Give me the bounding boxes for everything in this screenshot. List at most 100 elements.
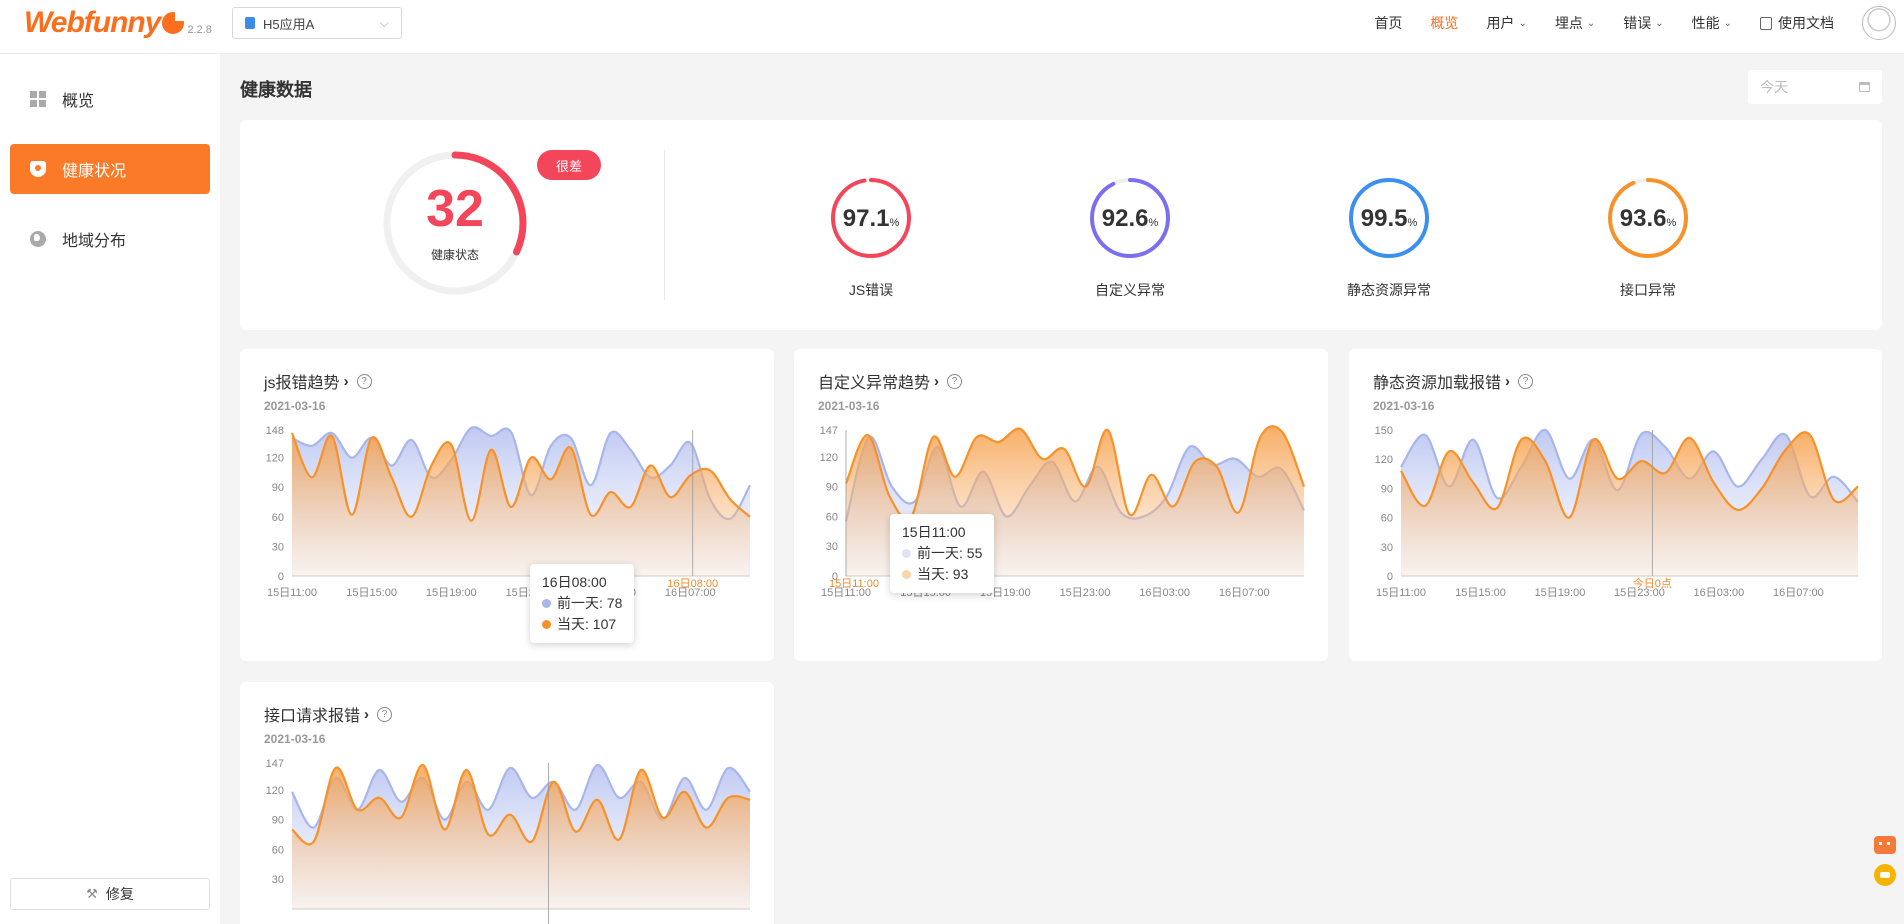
chevron-right-icon: › [934,372,940,390]
tooltip-row-prev: 前一天: 55 [902,543,982,564]
gauge-0: 97.1% [831,178,911,258]
chart-title-link[interactable]: 静态资源加载报错 ›? [1373,369,1534,393]
help-icon[interactable]: ? [1518,373,1534,389]
time-marker-label: 15日11:00 [829,578,879,590]
x-tick-label: 15日11:00 [267,587,317,599]
chevron-down-icon: ⌵ [379,15,389,30]
nav-docs[interactable]: 使用文档 [1760,13,1834,33]
nav-users[interactable]: 用户 ⌄ [1486,13,1526,33]
y-tick-label: 60 [272,844,284,856]
x-tick-label: 15日15:00 [1455,587,1506,599]
webfunny-logo[interactable]: Webfunny 2.2.8 [24,6,212,40]
chart-title: 静态资源加载报错 [1373,375,1502,392]
tooltip-today-value: 当天: 93 [917,566,969,582]
health-score-label: 健康状态 [431,247,479,262]
logo-text: Webfunny [24,6,161,39]
chart-date: 2021-03-16 [264,732,326,746]
help-icon[interactable]: ? [356,373,372,389]
area-chart[interactable]: 150120906030015日11:00 15日15:00 15日19:00 15日… [1349,419,1882,629]
sidebar-item-label: 地域分布 [62,233,127,250]
chart-title-link[interactable]: js报错趋势 ›? [264,369,372,393]
chart-card: 静态资源加载报错 ›? 2021-03-16 150 120 90 60 30 0 15日11:0… [1349,349,1882,661]
gauge-value: 99.5% [1361,205,1418,232]
tooltip-time: 16日08:00 [542,574,607,590]
robot-icon[interactable] [1874,836,1896,854]
repair-button[interactable]: ⚒ 修复 [10,878,210,910]
y-tick-label: 147 [820,425,838,437]
y-tick-label: 120 [266,453,284,465]
chart-title: js报错趋势 [264,375,340,392]
tooltip-row-prev: 前一天: 78 [542,593,622,614]
date-picker[interactable]: 今天 [1748,70,1882,104]
nav-tracking-label: 埋点 [1554,15,1583,31]
help-icon[interactable]: ? [947,373,963,389]
sidebar-item-health[interactable]: 健康状况 [10,144,210,194]
x-tick-label: 15日11:00 [1376,587,1426,599]
chat-icon[interactable] [1874,864,1896,886]
x-tick-label: 16日07:00 [1773,587,1824,599]
x-tick-label: 15日15:00 [346,587,397,599]
gauge-label: JS错误 [848,282,894,298]
area-chart[interactable]: 148120906030015日11:0015日15:0015日19:0015日… [240,419,774,629]
globe-icon [30,231,46,247]
chevron-right-icon: › [343,372,349,390]
chart-title-link[interactable]: 接口请求报错 ›? [264,702,393,726]
tooltip-prev-value: 前一天: 78 [557,595,623,611]
sidebar-item-label: 健康状况 [62,163,127,180]
gauge-2: 99.5% [1349,178,1429,258]
y-tick-label: 90 [272,815,284,827]
chart-card: js报错趋势 ›? 2021-03-16 148 120 90 60 30 0 15日11:00 1… [240,349,774,661]
y-tick-label: 90 [272,482,284,494]
nav-errors[interactable]: 错误 ⌄ [1623,13,1663,33]
floating-tools [1874,836,1896,886]
nav-overview-label: 概览 [1430,15,1459,31]
x-tick-label: 15日19:00 [426,587,477,599]
chart-title: 接口请求报错 [264,708,361,725]
chart-title-link[interactable]: 自定义异常趋势 ›? [818,369,963,393]
nav-home-label: 首页 [1374,15,1403,31]
y-tick-label: 60 [272,512,284,524]
y-tick-label: 90 [1381,483,1393,495]
chevron-down-icon: ⌄ [1518,17,1527,29]
gauge-label: 自定义异常 [1095,282,1165,298]
health-score-ring: 32 健康状态 [383,151,527,295]
legend-dot-prev [902,549,911,558]
area-chart[interactable]: 147 120 90 60 30 [240,752,774,924]
y-tick-label: 30 [272,874,284,886]
chevron-right-icon: › [364,705,370,723]
x-tick-label: 15日19:00 [1535,587,1586,599]
wrench-icon: ⚒ [86,886,98,901]
nav-overview[interactable]: 概览 [1430,13,1458,33]
page-title: 健康数据 [240,80,312,100]
sidebar-item-region[interactable]: 地域分布 [10,214,210,264]
y-tick-label: 120 [1375,454,1393,466]
tooltip-time: 15日11:00 [902,524,966,540]
chart-tooltip: 16日08:00 前一天: 78 当天: 107 [530,564,635,643]
chevron-down-icon: ⌄ [1586,17,1596,29]
nav-performance[interactable]: 性能 ⌄ [1692,13,1732,33]
help-icon[interactable]: ? [377,706,393,722]
x-tick-label: 16日07:00 [1219,587,1270,599]
app-select[interactable]: H5应用A ⌵ [232,7,402,39]
avatar[interactable] [1862,6,1896,40]
x-tick-label: 16日03:00 [1694,587,1745,599]
gauge-label: 接口异常 [1620,282,1676,298]
nav-docs-label: 使用文档 [1778,15,1834,31]
area-chart[interactable]: 147120906030015日11:00 15日15:00 15日19:00 15日… [794,419,1328,629]
nav-performance-label: 性能 [1691,15,1720,31]
y-tick-label: 120 [266,785,284,797]
sidebar-item-label: 概览 [62,93,95,110]
legend-dot-today [542,620,551,629]
nav-home[interactable]: 首页 [1374,13,1402,33]
y-tick-label: 150 [1375,425,1393,437]
y-tick-label: 30 [826,541,838,553]
gauge-3: 93.6% [1608,178,1688,258]
nav-errors-label: 错误 [1623,15,1652,31]
chart-card: 自定义异常趋势 ›? 2021-03-16 147 120 90 60 30 0 15日11:00… [794,349,1328,661]
y-tick-label: 0 [278,571,284,583]
top-header: Webfunny 2.2.8 H5应用A ⌵ 首页 概览 用户 ⌄ 埋点 ⌄ 错误 ⌄… [0,0,1904,54]
chart-date: 2021-03-16 [264,399,326,413]
date-picker-placeholder: 今天 [1760,79,1788,95]
nav-tracking[interactable]: 埋点 ⌄ [1555,13,1595,33]
sidebar-item-overview[interactable]: 概览 [10,74,210,124]
